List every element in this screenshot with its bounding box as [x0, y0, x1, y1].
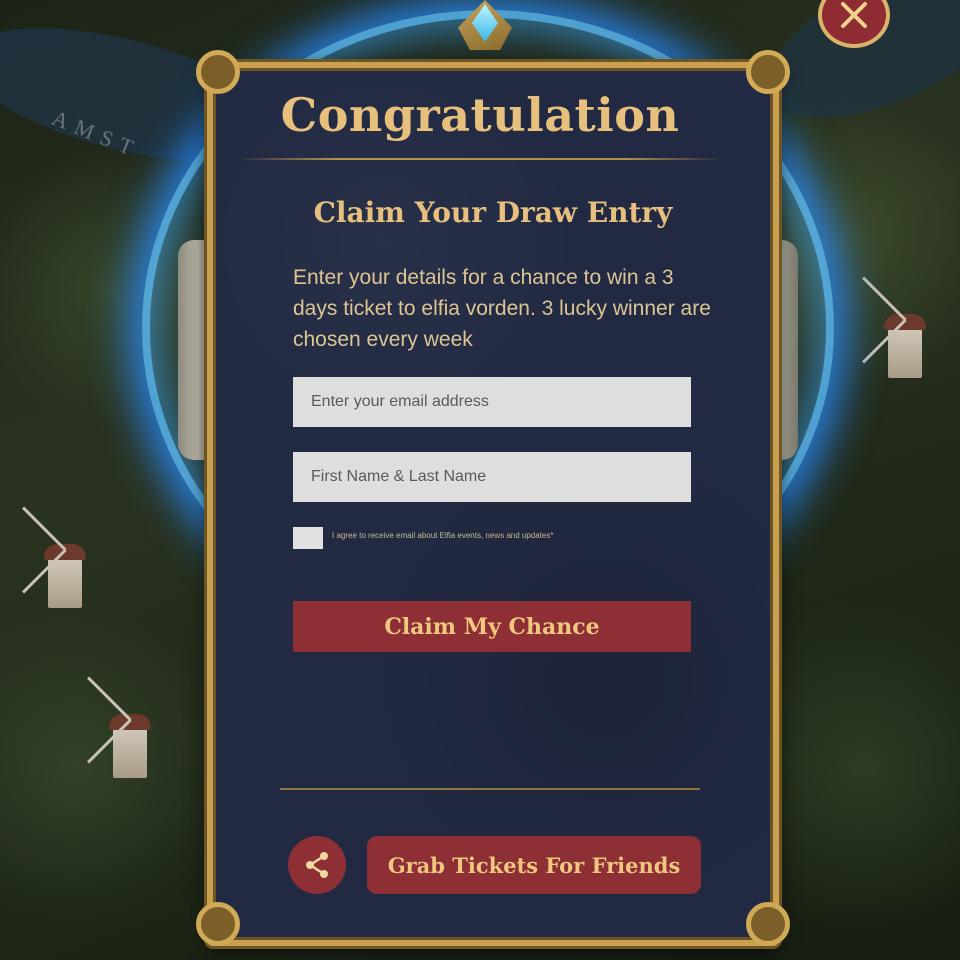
dialog-title: Congratulation — [280, 88, 680, 142]
email-input[interactable] — [293, 377, 691, 427]
windmill-decor — [22, 506, 100, 610]
grab-tickets-for-friends-button[interactable]: Grab Tickets For Friends — [367, 836, 701, 894]
windmill-decor — [87, 676, 165, 780]
consent-label: I agree to receive email about Elfia eve… — [332, 531, 554, 540]
dialog-description: Enter your details for a chance to win a… — [293, 266, 711, 351]
claim-my-chance-button[interactable]: Claim My Chance — [293, 601, 691, 652]
windmill-decor — [862, 276, 940, 380]
draw-entry-dialog — [207, 62, 779, 946]
bottom-divider — [280, 788, 700, 790]
share-button[interactable] — [288, 836, 346, 894]
ornament-corner — [196, 902, 240, 946]
consent-checkbox[interactable] — [293, 527, 323, 549]
full-name-input[interactable] — [293, 452, 691, 502]
title-divider — [238, 158, 722, 160]
ornament-corner — [746, 902, 790, 946]
close-icon — [841, 2, 867, 28]
dialog-subtitle: Claim Your Draw Entry — [313, 196, 673, 229]
share-icon — [306, 852, 328, 878]
